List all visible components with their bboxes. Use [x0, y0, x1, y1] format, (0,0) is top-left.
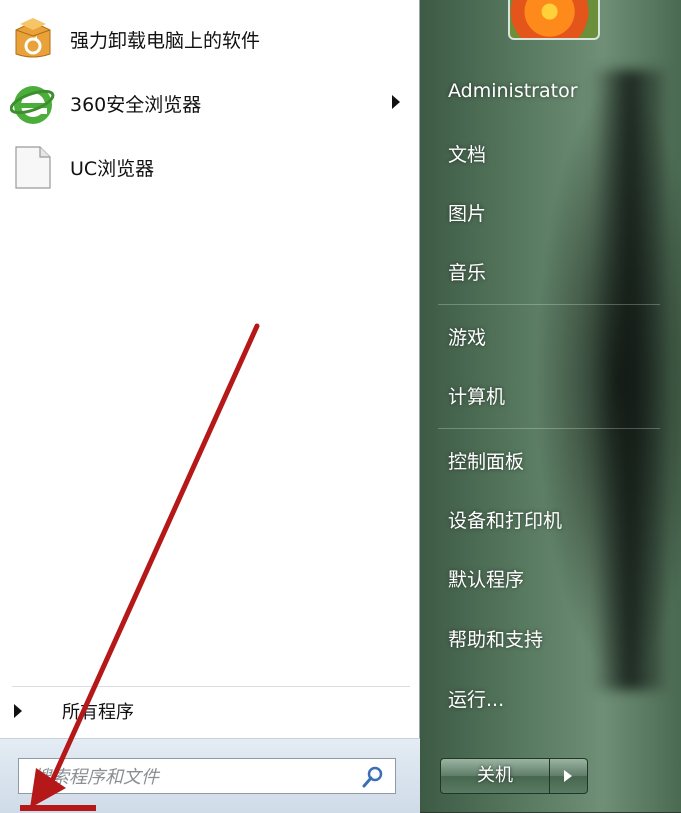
search-icon[interactable] — [361, 765, 385, 789]
right-divider — [438, 304, 660, 305]
user-name-link[interactable]: Administrator — [448, 80, 578, 102]
pictures-link[interactable]: 图片 — [448, 199, 486, 226]
search-input[interactable] — [31, 762, 355, 792]
all-programs-label: 所有程序 — [62, 702, 134, 723]
search-box[interactable] — [18, 758, 396, 794]
shutdown-button[interactable]: 关机 — [440, 758, 550, 794]
uninstaller-box-icon — [10, 16, 56, 62]
run-link[interactable]: 运行... — [448, 685, 504, 712]
glass-shadow — [595, 70, 665, 690]
help-support-link[interactable]: 帮助和支持 — [448, 625, 543, 652]
computer-link[interactable]: 计算机 — [448, 382, 505, 409]
games-link[interactable]: 游戏 — [448, 323, 486, 350]
program-item-uc-browser[interactable]: UC浏览器 — [10, 142, 410, 192]
default-programs-link[interactable]: 默认程序 — [448, 565, 524, 592]
documents-link[interactable]: 文档 — [448, 140, 486, 167]
shutdown-options-button[interactable] — [550, 758, 588, 794]
program-item-uninstaller[interactable]: 强力卸载电脑上的软件 — [10, 14, 410, 64]
right-divider — [438, 428, 660, 429]
user-picture[interactable] — [508, 0, 600, 40]
programs-pane: 强力卸载电脑上的软件 360安全浏览器 UC浏览器 所有程序 — [0, 0, 420, 813]
music-link[interactable]: 音乐 — [448, 258, 486, 285]
all-programs-button[interactable]: 所有程序 — [14, 696, 134, 726]
program-label: 360安全浏览器 — [70, 93, 202, 116]
program-label: UC浏览器 — [70, 157, 155, 180]
left-divider — [12, 686, 410, 687]
browser-e-icon — [9, 80, 56, 126]
program-item-360-browser[interactable]: 360安全浏览器 — [9, 78, 410, 128]
submenu-arrow-icon — [392, 95, 400, 109]
chevron-right-icon — [564, 770, 572, 782]
blank-document-icon — [10, 144, 56, 190]
control-panel-link[interactable]: 控制面板 — [448, 447, 524, 474]
chevron-right-icon — [14, 704, 22, 718]
program-label: 强力卸载电脑上的软件 — [70, 29, 261, 52]
devices-printers-link[interactable]: 设备和打印机 — [448, 506, 562, 533]
